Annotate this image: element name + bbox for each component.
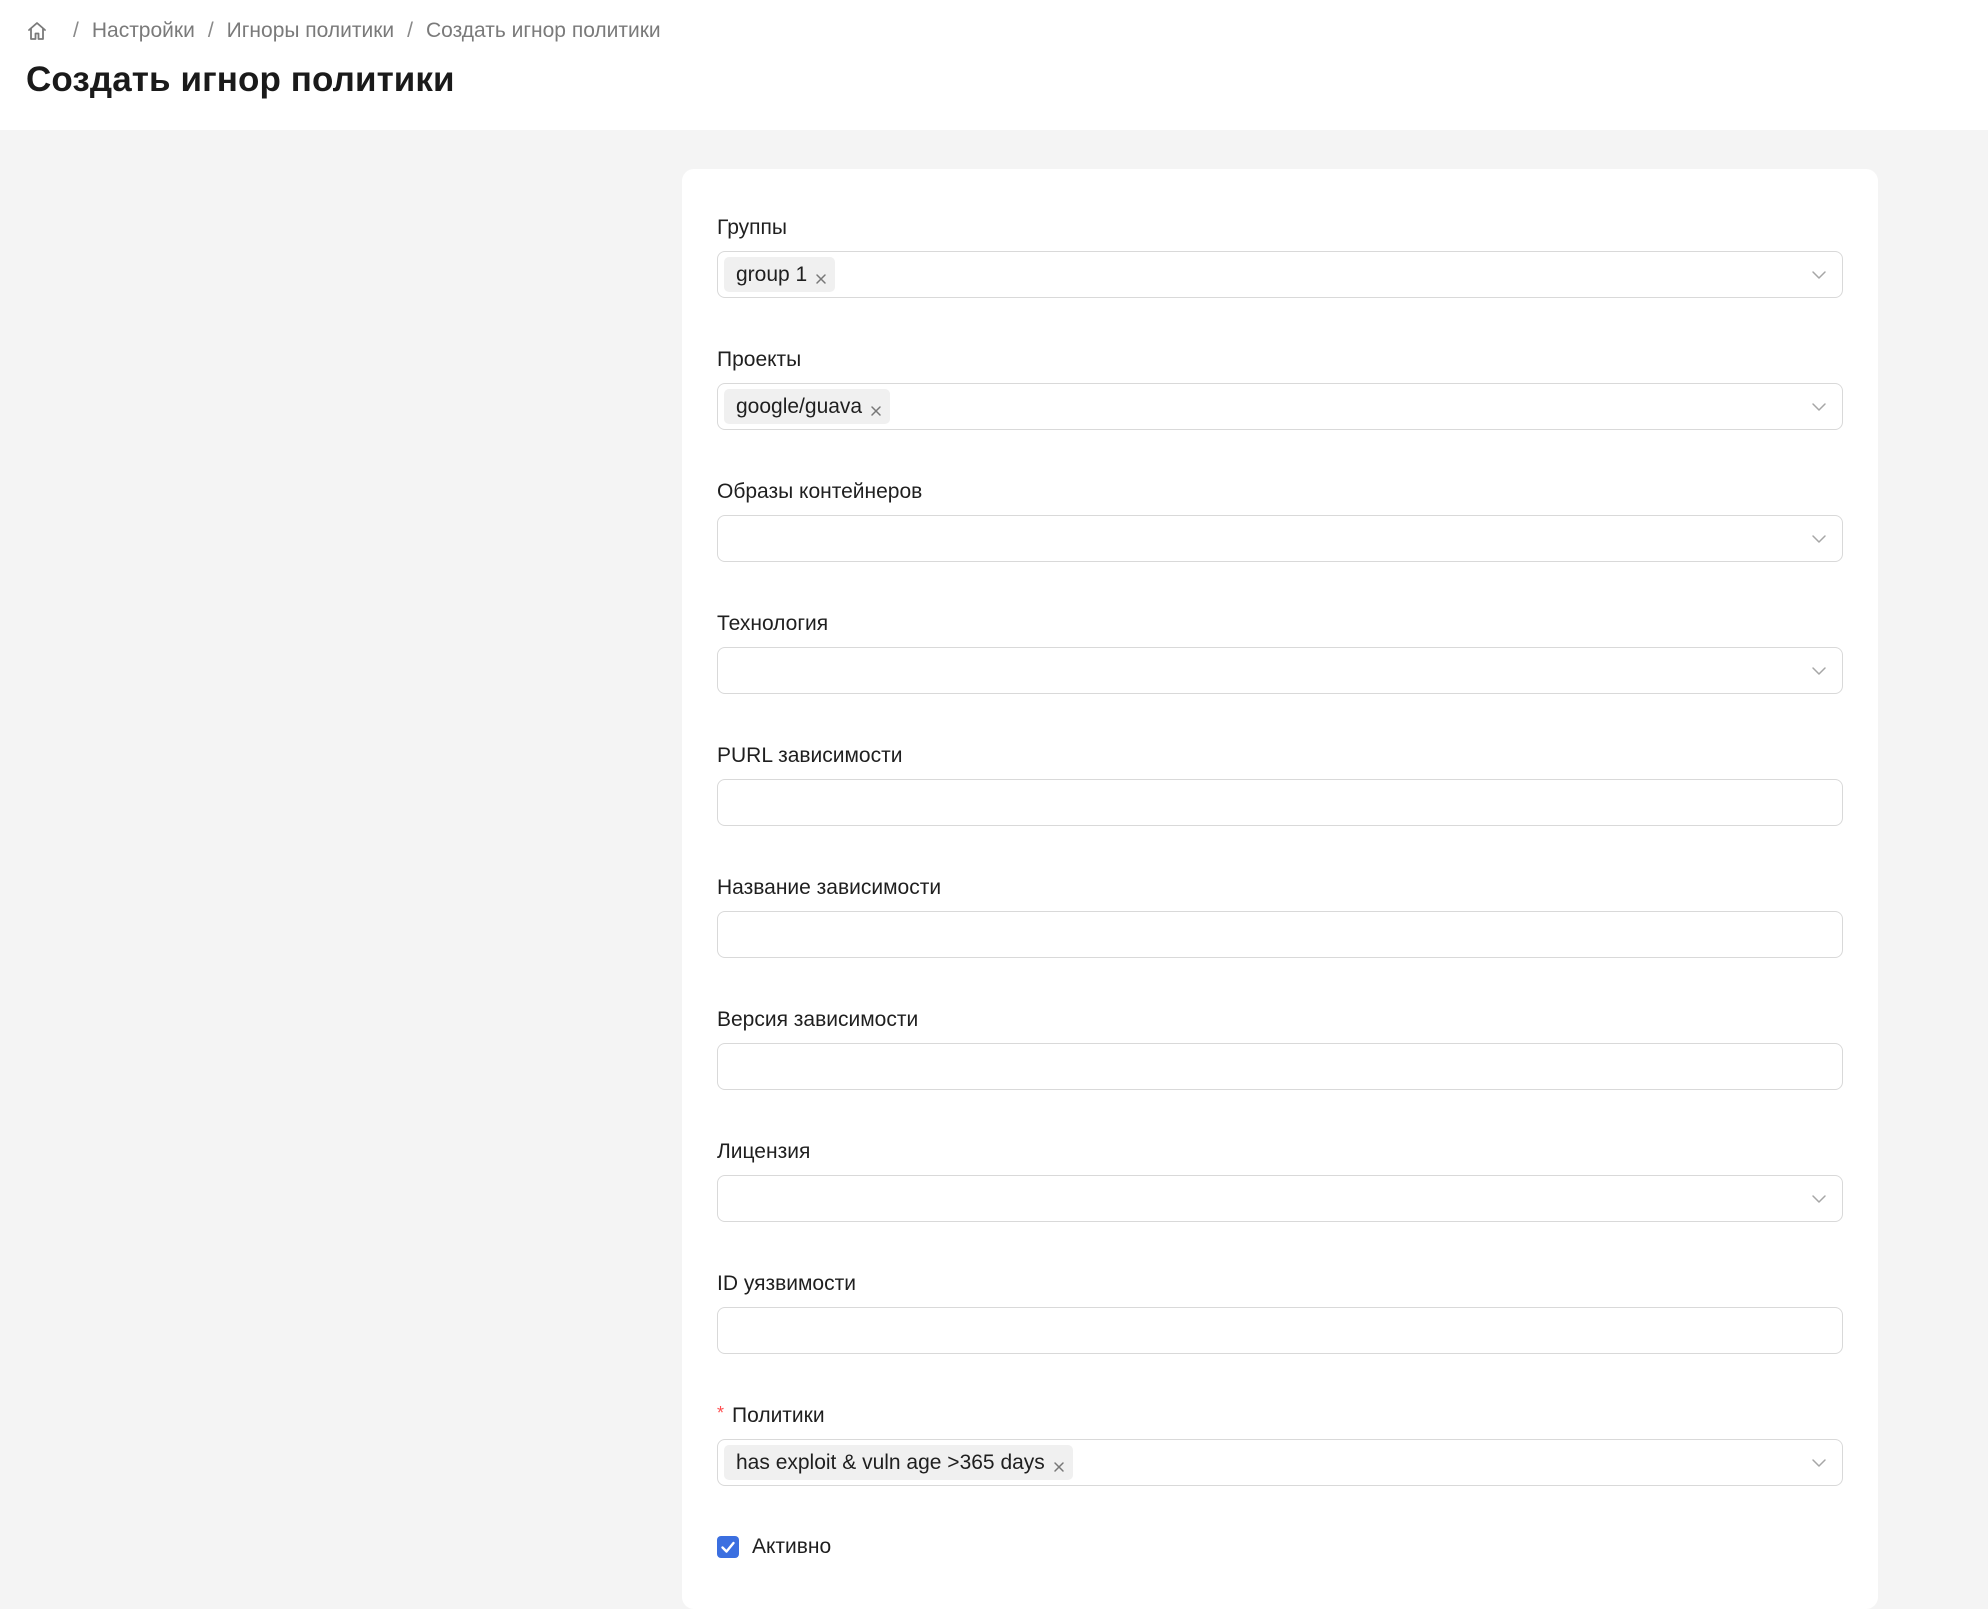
- chevron-down-icon[interactable]: [1810, 1190, 1828, 1208]
- tag-label: google/guava: [736, 394, 863, 418]
- tag-label: has exploit & vuln age >365 days: [736, 1450, 1045, 1474]
- dependency-purl-label: PURL зависимости: [717, 744, 903, 767]
- dependency-version-label: Версия зависимости: [717, 1008, 919, 1031]
- required-mark: *: [717, 1403, 725, 1423]
- license-label: Лицензия: [717, 1140, 811, 1163]
- groups-label: Группы: [717, 216, 787, 239]
- active-label[interactable]: Активно: [752, 1535, 831, 1559]
- breadcrumb-separator: /: [207, 19, 214, 42]
- dependency-purl-input-wrapper: [717, 779, 1843, 826]
- license-select[interactable]: [717, 1175, 1843, 1222]
- breadcrumb-separator: /: [73, 19, 79, 42]
- page-title: Создать игнор политики: [26, 60, 455, 99]
- dependency-version-input-wrapper: [717, 1043, 1843, 1090]
- breadcrumb-settings[interactable]: Настройки: [92, 19, 195, 43]
- close-icon[interactable]: [1052, 1456, 1066, 1472]
- policies-label: * Политики: [717, 1401, 825, 1431]
- groups-select[interactable]: group 1: [717, 251, 1843, 298]
- technology-label: Технология: [717, 612, 829, 635]
- vulnerability-id-input-wrapper: [717, 1307, 1843, 1354]
- chevron-down-icon[interactable]: [1810, 530, 1828, 548]
- chevron-down-icon[interactable]: [1810, 662, 1828, 680]
- active-checkbox[interactable]: [717, 1536, 739, 1558]
- selected-tag: has exploit & vuln age >365 days: [724, 1445, 1073, 1480]
- selected-tag: group 1: [724, 257, 836, 292]
- policies-select[interactable]: has exploit & vuln age >365 days: [717, 1439, 1843, 1486]
- dependency-name-input-wrapper: [717, 911, 1843, 958]
- selected-tag: google/guava: [724, 389, 891, 424]
- dependency-name-label: Название зависимости: [717, 876, 942, 899]
- dependency-version-input[interactable]: [718, 1044, 1842, 1089]
- close-icon[interactable]: [869, 400, 883, 416]
- chevron-down-icon[interactable]: [1810, 266, 1828, 284]
- policies-label-text: Политики: [732, 1404, 825, 1427]
- form-card: Группы group 1 Проекты google/guava Обра…: [682, 169, 1878, 1609]
- chevron-down-icon[interactable]: [1810, 1454, 1828, 1472]
- checkmark-icon: [721, 1541, 735, 1553]
- breadcrumb-separator: /: [407, 19, 413, 42]
- active-checkbox-row[interactable]: Активно: [717, 1535, 831, 1559]
- page-header: / Настройки / Игноры политики / Создать …: [0, 0, 1988, 130]
- projects-select[interactable]: google/guava: [717, 383, 1843, 430]
- projects-label: Проекты: [717, 348, 802, 371]
- chevron-down-icon[interactable]: [1810, 398, 1828, 416]
- dependency-purl-input[interactable]: [718, 780, 1842, 825]
- technology-select[interactable]: [717, 647, 1843, 694]
- vulnerability-id-input[interactable]: [718, 1308, 1842, 1353]
- close-icon[interactable]: [814, 268, 828, 284]
- breadcrumb-policy-ignores[interactable]: Игноры политики: [227, 19, 394, 43]
- container-images-select[interactable]: [717, 515, 1843, 562]
- vulnerability-id-label: ID уязвимости: [717, 1272, 856, 1295]
- container-images-label: Образы контейнеров: [717, 480, 923, 503]
- home-icon[interactable]: [26, 20, 48, 42]
- breadcrumb: / Настройки / Игноры политики / Создать …: [26, 16, 661, 46]
- dependency-name-input[interactable]: [718, 912, 1842, 957]
- breadcrumb-current: Создать игнор политики: [426, 19, 661, 42]
- tag-label: group 1: [736, 262, 808, 286]
